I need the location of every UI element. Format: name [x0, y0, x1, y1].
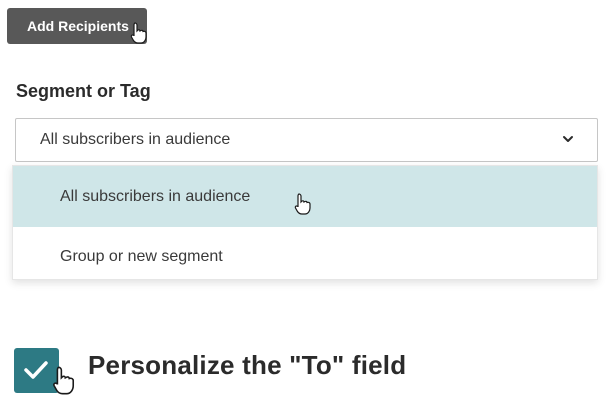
- dropdown-option-group-segment[interactable]: Group or new segment: [13, 227, 597, 279]
- add-recipients-label: Add Recipients: [27, 18, 129, 34]
- add-recipients-button[interactable]: Add Recipients: [7, 8, 147, 44]
- segment-label: Segment or Tag: [16, 81, 151, 101]
- hand-pointer-icon: [53, 366, 75, 395]
- hand-pointer-icon: [294, 193, 311, 215]
- checkmark-icon: [24, 361, 48, 379]
- chevron-down-icon: [563, 136, 573, 142]
- dropdown-option-label: All subscribers in audience: [60, 187, 251, 205]
- segment-dropdown-menu: All subscribers in audience Group or new…: [12, 165, 598, 280]
- personalize-to-label: Personalize the "To" field: [88, 350, 407, 380]
- segment-selected-value: All subscribers in audience: [40, 131, 231, 148]
- hand-pointer-icon: [130, 22, 147, 44]
- segment-select[interactable]: All subscribers in audience: [15, 118, 598, 162]
- dropdown-option-label: Group or new segment: [60, 248, 223, 265]
